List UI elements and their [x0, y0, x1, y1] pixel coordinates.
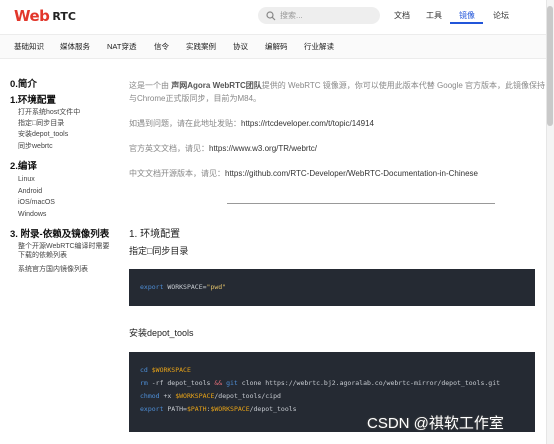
toc-section-appendix[interactable]: 3. 附录-依赖及镜像列表 — [10, 226, 109, 240]
code-line: export WORKSPACE="pwd" — [140, 283, 226, 291]
code-operator: && — [214, 379, 223, 387]
code-keyword: export — [140, 405, 164, 413]
toc-item-sync-webrtc[interactable]: 同步webrtc — [18, 142, 53, 151]
toc-section-env[interactable]: 1.环境配置 — [10, 92, 56, 106]
issue-link[interactable]: https://rtcdeveloper.com/t/topic/14914 — [241, 119, 374, 128]
category-cases[interactable]: 实践案例 — [186, 41, 216, 52]
code-string: "pwd" — [206, 283, 227, 291]
category-protocol[interactable]: 协议 — [233, 41, 248, 52]
toc-section-intro[interactable]: 0.简介 — [10, 76, 37, 90]
code-line: rm -rf depot_tools && git clone https://… — [140, 379, 500, 387]
search-icon — [266, 10, 276, 20]
nav-docs[interactable]: 文档 — [394, 10, 410, 21]
code-line: cd $WORKSPACE — [140, 366, 191, 374]
intro-text-post: 提供的 WebRTC 镜像源，你可以使用此版本代替 Google 官方版本，此镜… — [261, 81, 546, 90]
category-codec[interactable]: 编解码 — [265, 41, 288, 52]
logo-web-text: Web — [14, 7, 50, 25]
category-nat[interactable]: NAT穿透 — [107, 41, 136, 52]
intro-team-name: 声网Agora WebRTC团队 — [171, 81, 262, 90]
code-line: chmod +x $WORKSPACE/depot_tools/cipd — [140, 392, 281, 400]
search-box[interactable] — [258, 7, 380, 24]
code-text: PATH= — [163, 405, 187, 413]
toc-item-host[interactable]: 打开系统host文件中 — [18, 108, 80, 117]
code-variable: $WORKSPACE — [175, 392, 215, 400]
toc-item-sync-dir[interactable]: 指定□同步目录 — [18, 119, 64, 128]
code-keyword: rm — [140, 379, 148, 387]
code-variable: $WORKSPACE — [210, 405, 250, 413]
code-text: +x — [159, 392, 176, 400]
nav-mirror[interactable]: 镜像 — [459, 10, 475, 21]
logo-rtc-text: RTC — [52, 9, 76, 23]
scrollbar-thumb[interactable] — [547, 6, 553, 126]
toc-item-linux[interactable]: Linux — [18, 175, 35, 184]
csdn-watermark: CSDN @祺软工作室 — [367, 415, 504, 432]
code-text: /depot_tools/cipd — [214, 392, 281, 400]
intro-paragraph-line1: 这是一个由 声网Agora WebRTC团队提供的 WebRTC 镜像源，你可以… — [129, 80, 545, 91]
nav-forum[interactable]: 论坛 — [493, 10, 509, 21]
doc-cn-line: 中文文档开源版本，请见：https://github.com/RTC-Devel… — [129, 168, 478, 179]
category-industry[interactable]: 行业解读 — [304, 41, 334, 52]
doc-en-label: 官方英文文档，请见： — [129, 144, 209, 153]
code-text: clone https://webrtc.bj2.agoralab.co/web… — [237, 379, 501, 387]
doc-en-link[interactable]: https://www.w3.org/TR/webrtc/ — [209, 144, 317, 153]
search-input[interactable] — [280, 11, 370, 20]
sync-dir-heading: 指定□同步目录 — [129, 246, 189, 256]
doc-en-line: 官方英文文档，请见：https://www.w3.org/TR/webrtc/ — [129, 143, 317, 154]
category-basics[interactable]: 基础知识 — [14, 41, 44, 52]
intro-paragraph-line2: 与Chrome正式版同步，目前为M84。 — [129, 94, 262, 103]
section-env-title: 1. 环境配置 — [129, 229, 181, 240]
toc-item-depot-tools[interactable]: 安装depot_tools — [18, 130, 68, 139]
code-keyword: cd — [140, 366, 148, 374]
code-text: WORKSPACE= — [163, 283, 207, 291]
code-line: export PATH=$PATH:$WORKSPACE/depot_tools — [140, 405, 297, 413]
category-media-service[interactable]: 媒体服务 — [60, 41, 90, 52]
depot-tools-heading: 安装depot_tools — [129, 328, 194, 338]
nav-tools[interactable]: 工具 — [426, 10, 442, 21]
category-signaling[interactable]: 信令 — [154, 41, 169, 52]
top-header: Web RTC 文档 工具 镜像 论坛 — [0, 0, 554, 31]
code-variable: $PATH — [186, 405, 207, 413]
code-block-workspace[interactable]: export WORKSPACE="pwd" — [129, 269, 535, 306]
code-keyword: chmod — [140, 392, 160, 400]
toc-item-deps-list[interactable]: 整个开源WebRTC编译时需要下载的依赖列表 — [18, 242, 114, 260]
code-text: -rf depot_tools — [147, 379, 215, 387]
code-keyword: export — [140, 283, 164, 291]
doc-cn-link[interactable]: https://github.com/RTC-Developer/WebRTC-… — [225, 169, 478, 178]
toc-item-android[interactable]: Android — [18, 187, 42, 196]
code-keyword: git — [222, 379, 238, 387]
doc-cn-label: 中文文档开源版本，请见： — [129, 169, 225, 178]
active-nav-underline — [450, 22, 483, 24]
toc-section-build[interactable]: 2.编译 — [10, 158, 37, 172]
issue-label: 如遇到问题，请在此地址发贴： — [129, 119, 241, 128]
toc-item-windows[interactable]: Windows — [18, 210, 46, 219]
intro-text-pre: 这是一个由 — [129, 81, 172, 90]
code-variable: $WORKSPACE — [147, 366, 191, 374]
issue-line: 如遇到问题，请在此地址发贴：https://rtcdeveloper.com/t… — [129, 118, 374, 129]
toc-item-mirror-list[interactable]: 系统官方国内镜像列表 — [18, 265, 88, 274]
code-text: /depot_tools — [249, 405, 297, 413]
toc-item-ios[interactable]: iOS/macOS — [18, 198, 55, 207]
divider — [227, 203, 495, 204]
webrtc-logo[interactable]: Web RTC — [14, 6, 76, 26]
